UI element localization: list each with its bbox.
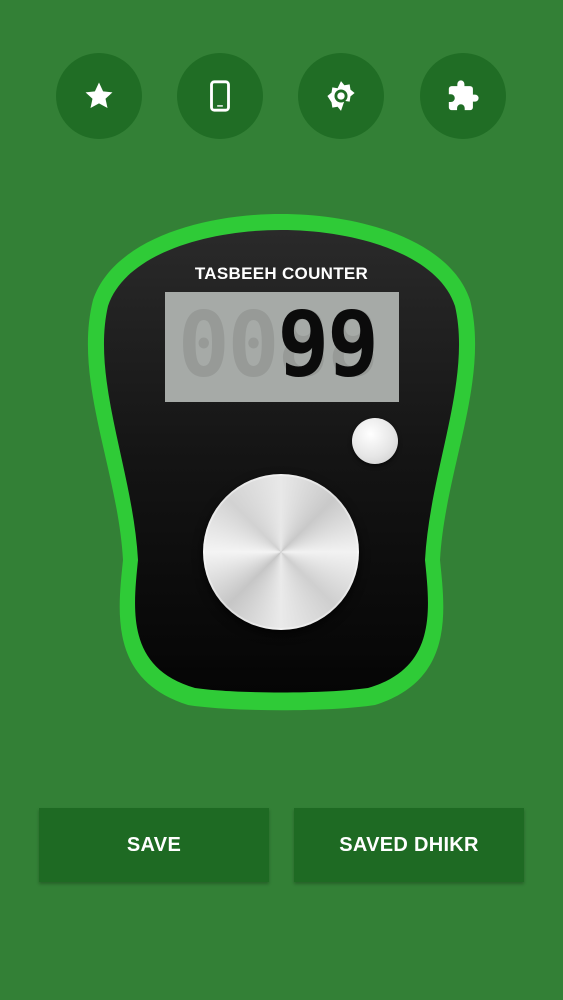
lcd-display: 0088 99 bbox=[165, 292, 399, 402]
count-value: 99 bbox=[277, 292, 379, 398]
counter-title: TASBEEH COUNTER bbox=[194, 264, 369, 283]
saved-dhikr-button[interactable]: SAVED DHIKR bbox=[294, 808, 524, 882]
count-button[interactable] bbox=[203, 474, 359, 630]
save-button[interactable]: SAVE bbox=[39, 808, 269, 882]
reset-button[interactable] bbox=[352, 418, 398, 464]
